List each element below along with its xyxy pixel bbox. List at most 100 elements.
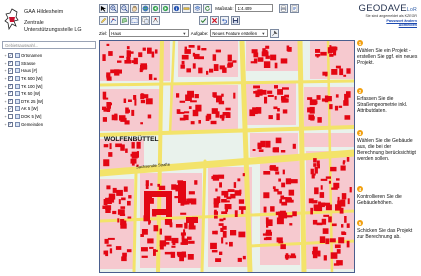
building xyxy=(142,47,146,51)
building xyxy=(222,225,227,230)
building xyxy=(123,186,128,192)
scale-input[interactable]: 1:4.409 xyxy=(235,4,274,12)
layer-checkbox[interactable]: ✓ xyxy=(8,83,14,89)
print-icon[interactable] xyxy=(279,3,289,13)
aufgabe-select[interactable]: Neues Feature erstellen ▼ xyxy=(209,29,268,37)
layer-item[interactable]: + ✓ Strasse xyxy=(3,60,97,68)
draw-line-icon[interactable] xyxy=(109,15,119,25)
layer-checkbox[interactable]: ✓ xyxy=(8,98,14,104)
building xyxy=(344,216,347,223)
undo-icon[interactable] xyxy=(220,15,230,25)
building xyxy=(103,199,108,206)
building xyxy=(253,52,259,58)
building xyxy=(201,48,207,51)
layer-item[interactable]: + ✓ TK 50 [W] xyxy=(3,90,97,98)
building xyxy=(103,250,108,255)
building xyxy=(187,254,194,260)
building xyxy=(188,240,195,244)
building xyxy=(253,58,258,64)
save-icon[interactable] xyxy=(230,15,240,25)
map-canvas[interactable]: WOLFENBÜTTEL Sachsendie Straße xyxy=(99,40,355,273)
layer-item[interactable]: + ✓ AK 5 [W] xyxy=(3,105,97,113)
node-icon[interactable] xyxy=(150,15,160,25)
building xyxy=(263,61,271,68)
layer-item[interactable]: + ✓ TK 100 [W] xyxy=(3,82,97,90)
area-search-input[interactable]: Gebietsauswahl... xyxy=(2,41,96,49)
building xyxy=(312,252,318,259)
layer-checkbox[interactable]: ✓ xyxy=(8,53,14,59)
pan-hand-icon[interactable] xyxy=(130,3,140,13)
building xyxy=(117,60,122,63)
layer-item[interactable]: + ✓ DTK 25 [W] xyxy=(3,98,97,106)
building xyxy=(327,96,332,102)
layer-checkbox[interactable]: ✓ xyxy=(8,91,14,97)
select-arrow-icon[interactable] xyxy=(99,3,108,13)
building xyxy=(215,49,221,53)
step-number-badge: 3 xyxy=(357,130,363,136)
building xyxy=(180,232,186,236)
building xyxy=(267,94,274,97)
building xyxy=(127,200,131,206)
building xyxy=(131,151,138,159)
copy-icon[interactable] xyxy=(140,15,150,25)
building xyxy=(232,60,237,63)
building xyxy=(221,237,224,244)
building xyxy=(215,258,222,262)
layer-checkbox[interactable]: ✓ xyxy=(8,60,14,66)
ziel-select[interactable]: Haus ▼ xyxy=(108,29,189,37)
step-number-badge: 5 xyxy=(357,220,363,226)
layer-item[interactable]: + ✓ Ortsnamen xyxy=(3,52,97,60)
building xyxy=(265,231,272,236)
building xyxy=(320,178,328,181)
edit-pencil-icon[interactable] xyxy=(99,15,108,25)
layer-icon xyxy=(14,68,20,74)
layer-label: DTK 25 [W] xyxy=(20,98,44,104)
export-icon[interactable] xyxy=(289,3,299,13)
layer-checkbox[interactable]: ✓ xyxy=(8,75,14,82)
building xyxy=(289,223,293,226)
building xyxy=(333,263,340,266)
layer-checkbox[interactable]: ✓ xyxy=(8,68,14,74)
building xyxy=(329,104,333,110)
layer-item[interactable]: + ✓ Haus [#] xyxy=(3,67,97,75)
layer-checkbox[interactable] xyxy=(8,113,14,120)
building xyxy=(211,250,218,253)
tool-icon[interactable] xyxy=(269,28,279,38)
zoom-out-icon[interactable] xyxy=(119,3,129,13)
select-area-icon[interactable] xyxy=(130,15,140,25)
layer-checkbox[interactable]: ✓ xyxy=(8,106,14,112)
building xyxy=(234,190,242,196)
layer-checkbox[interactable]: ✓ xyxy=(8,121,14,127)
info-icon[interactable] xyxy=(171,3,181,13)
building xyxy=(131,109,135,116)
building xyxy=(323,255,327,261)
zoom-in-icon[interactable] xyxy=(109,3,119,13)
building xyxy=(114,113,118,121)
zoom-previous-icon[interactable] xyxy=(150,3,160,13)
refresh-icon[interactable] xyxy=(202,3,212,13)
delete-icon[interactable] xyxy=(209,15,219,25)
building xyxy=(190,121,195,125)
layer-item[interactable]: + ✓ Gemeinden xyxy=(3,120,97,128)
building xyxy=(179,117,186,121)
layers-icon[interactable] xyxy=(192,3,202,13)
draw-polygon-icon[interactable] xyxy=(119,15,129,25)
road xyxy=(132,171,138,272)
building xyxy=(272,186,276,189)
building xyxy=(316,95,321,100)
step-text: Wählen Sie die Gebäude aus, die bei der … xyxy=(357,137,416,162)
ziel-select-value: Haus xyxy=(111,30,122,36)
accept-icon[interactable] xyxy=(199,15,209,25)
building xyxy=(343,100,349,106)
layer-label: Haus [#] xyxy=(20,68,37,74)
zoom-full-icon[interactable] xyxy=(140,3,150,13)
logout-link[interactable]: Abmelden xyxy=(349,23,417,28)
layer-item[interactable]: + ✓ TK 500 [W] xyxy=(3,75,97,83)
building xyxy=(119,55,124,58)
building xyxy=(148,221,151,225)
zoom-next-icon[interactable] xyxy=(161,3,171,13)
building xyxy=(342,161,345,165)
building xyxy=(277,191,282,195)
layer-item[interactable]: + DOK 5 [W] xyxy=(3,113,97,121)
measure-icon[interactable] xyxy=(182,3,192,13)
